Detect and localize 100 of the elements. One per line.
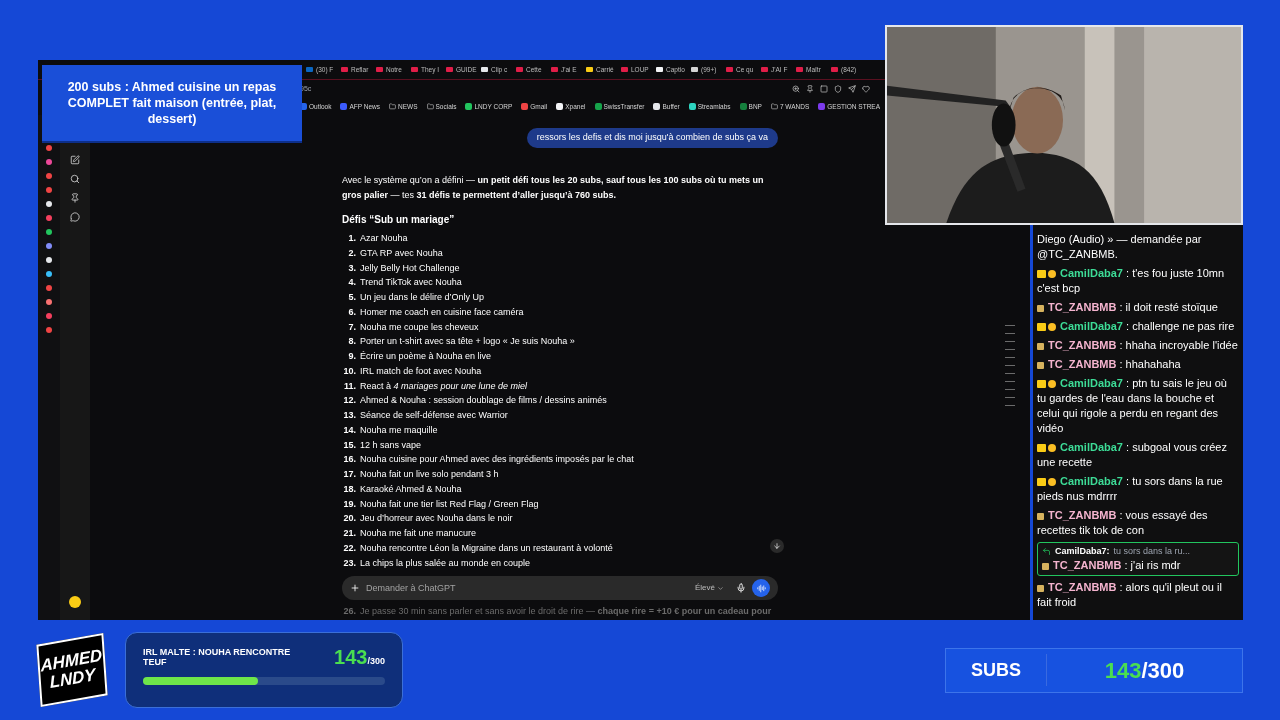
list-item: React à 4 mariages pour une lune de miel [360,379,528,393]
intro-paragraph: Avec le système qu’on a défini — un petit défi tous les 20 subs, sauf tous les 100 subs où tu mets un gros palier — tes 31 défis te permettent d’aller jusqu’à 760 subs. [342,174,765,202]
list-item: IRL match de foot avec Nouha [360,364,482,378]
list-number: 16. [342,453,357,467]
chat-message: TC_ZANBMB : vous essayé des recettes tik tok de con [1037,508,1209,538]
scroll-down-button[interactable] [770,539,784,553]
heart-icon[interactable] [862,85,870,93]
list-item: Nouha cuisine pour Ahmed avec des ingrédients imposés par le chat [360,453,634,467]
chat-badge-icon [1037,584,1044,592]
list-item: Nouha me fait une manucure [360,527,477,540]
list-item: Nouha rencontre Léon la Migraine dans un restaurant à volonté [360,541,613,555]
microphone-icon[interactable] [736,583,746,594]
list-heading: Défis “Sub un mariage” [342,213,456,227]
subs-label: SUBS [970,658,1022,682]
search-icon[interactable] [70,174,80,184]
list-item: Homer me coach en cuisine face caméra [360,305,524,319]
chat-badge-icon [1037,512,1044,520]
subscriber-badge-icon [1037,478,1046,487]
model-selector[interactable]: Élevé [695,582,724,595]
list-item: Ahmed & Nouha : session doublage de films / dessins animés [360,394,607,408]
emote-badge-icon [1048,323,1056,332]
pin-icon[interactable] [806,85,814,93]
list-number: 1. [347,232,357,245]
chat-message: TC_ZANBMB : hhaha incroyable l'idée [1037,338,1239,353]
list-number: 20. [342,512,357,526]
list-item: GTA RP avec Nouha [360,246,443,260]
sidebar-app-icon[interactable] [46,299,52,305]
list-item: Je passe 30 min sans parler et sans avoir le droit de rire — chaque rire = +10 € pour un cadeau pour [360,605,772,619]
list-item: Jelly Belly Hot Challenge [360,261,460,275]
folder-icon [389,103,396,110]
scroll-marks-icon [1005,325,1015,407]
list-number: 10. [342,364,357,378]
crop-icon[interactable] [820,85,828,93]
goal-count: 143/300 [334,647,385,670]
emote-badge-icon [1048,270,1056,279]
subscriber-badge-icon [1037,444,1046,453]
profile-avatar[interactable] [69,596,81,608]
voice-icon [756,583,766,593]
chat-message: CamilDaba7 : challenge ne pas rire [1037,319,1239,334]
list-number: 8. [347,335,357,349]
list-number: 6. [347,305,357,319]
list-number: 9. [347,350,357,363]
reply-preview: tu sors dans la ru... [1113,545,1191,558]
chat-message: TC_ZANBMB : il doit resté stoïque [1037,300,1239,315]
list-item: Un jeu dans le délire d’Only Up [360,291,485,304]
reply-icon [1042,547,1051,556]
list-number: 17. [342,468,357,481]
list-number: 5. [347,291,357,304]
arrow-down-icon [773,542,781,550]
list-number: 26. [342,605,357,619]
list-number: 21. [342,527,357,540]
chat-message: TC_ZANBMB : j'ai ris mdr [1042,558,1234,573]
list-number: 14. [342,423,357,437]
send-icon[interactable] [848,85,856,93]
chat-badge-icon [1037,361,1044,369]
list-item: Karaoké Ahmed & Nouha [360,482,462,496]
prompt-field[interactable]: Demander à ChatGPT [366,581,689,595]
list-number: 13. [342,409,357,422]
chat-message: Diego (Audio) » — demandée par @TC_ZANBMB. [1036,232,1203,262]
list-item: Nouha fait une tier list Red Flag / Green Flag [360,497,539,511]
subscriber-badge-icon [1037,380,1046,389]
list-number: 18. [342,482,357,496]
list-item: Azar Nouha [360,232,408,245]
sidebar-app-icon[interactable] [46,229,52,235]
sidebar-app-icon[interactable] [46,257,52,263]
overlay-title-card: 200 subs : Ahmed cuisine un repas COMPLET fait maison (entrée, plat, dessert) [42,65,302,143]
folder-icon [770,103,778,110]
list-item: Porter un t-shirt avec sa tête + logo « Je suis Nouha » [360,335,575,349]
list-number: 11. [343,379,357,393]
chat-badge-icon [1037,342,1044,350]
plus-icon[interactable] [350,583,360,594]
list-number: 2. [347,246,357,260]
list-number: 22. [342,541,357,555]
new-chat-icon[interactable] [70,155,80,165]
sidebar-app-icon[interactable] [46,201,52,207]
prompt-composer[interactable]: Demander à ChatGPT Élevé [342,576,778,601]
list-item: Jeu d’horreur avec Nouha dans le noir [360,512,513,526]
folder-icon [426,103,434,110]
sidebar-app-icon[interactable] [46,243,52,249]
subs-count: 143/300 [1103,656,1186,685]
list-number: 15. [342,438,357,452]
list-item: La chips la plus salée au monde en couple [360,556,531,570]
shield-icon[interactable] [834,85,842,93]
list-number: 4. [347,276,357,290]
reply-user: CamilDaba7: [1055,545,1110,558]
emote-badge-icon [1048,444,1056,453]
sidebar-app-icon[interactable] [46,271,52,277]
chat-message: TC_ZANBMB : hhahahaha [1037,357,1239,372]
chat-badge-icon [1037,304,1044,312]
pin-icon[interactable] [70,193,80,203]
chat-message: CamilDaba7 : ptn tu sais le jeu où tu gardes de l'eau dans la bouche et celui qui rigole a perdu en regant des vidéo [1037,376,1228,436]
chat-message: CamilDaba7 : subgoal vous créez une recette [1037,440,1228,470]
chat-icon[interactable] [70,212,80,222]
caret-icon [717,584,724,592]
goal-title: IRL MALTE : NOUHA RENCONTRE TEUF [143,647,292,667]
list-item: Écrire un poème à Nouha en live [360,350,492,363]
list-number: 23. [342,556,357,570]
subscriber-badge-icon [1037,270,1046,279]
zoom-icon[interactable] [792,85,800,93]
voice-button[interactable] [752,579,770,598]
